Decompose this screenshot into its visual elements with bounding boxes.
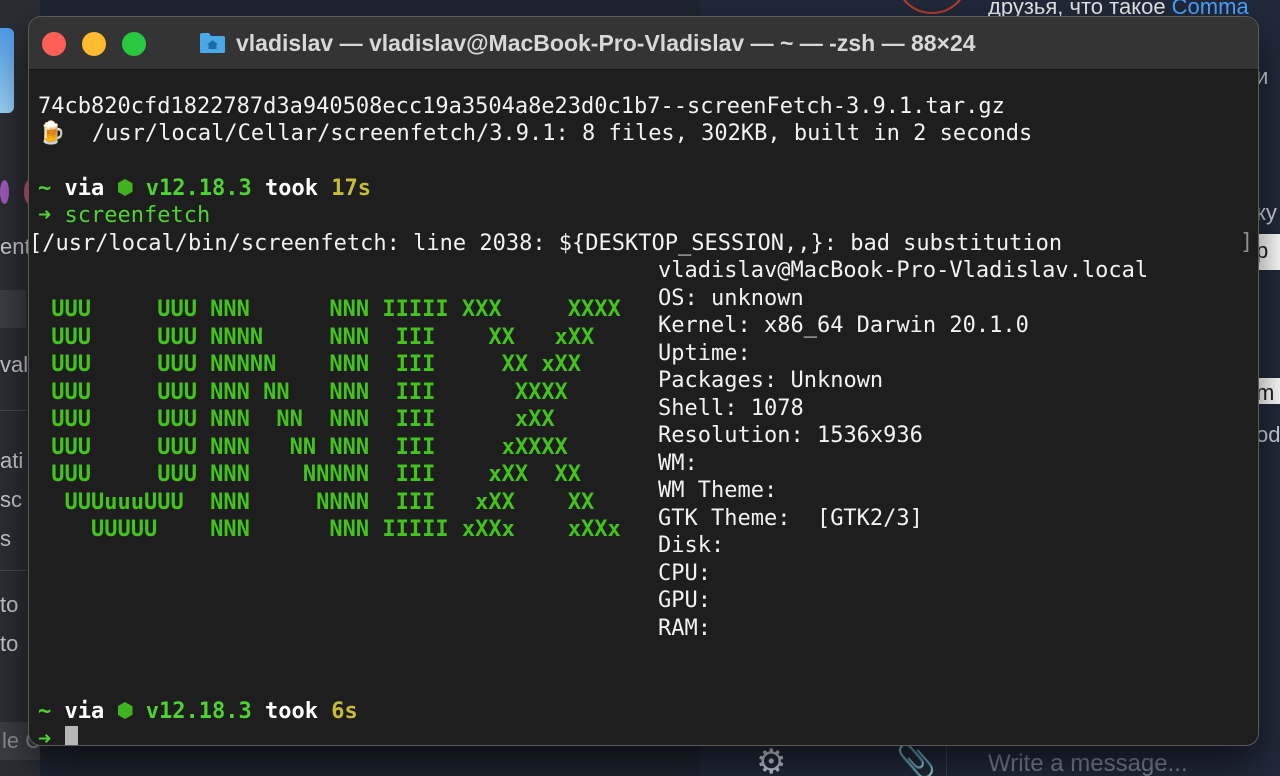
output-line: 74cb820cfd1822787d3a940508ecc19a3504a8e2… bbox=[38, 94, 1005, 119]
left-panel-bar bbox=[0, 290, 26, 328]
left-fragment: to bbox=[0, 592, 19, 617]
divider bbox=[946, 740, 947, 776]
info-disk: Disk: bbox=[658, 533, 725, 558]
maximize-button[interactable] bbox=[122, 32, 146, 56]
right-fragment: m bbox=[1256, 380, 1275, 405]
info-kernel: Kernel: x86_64 Darwin 20.1.0 bbox=[658, 313, 1029, 338]
command-line: ➜ screenfetch bbox=[38, 203, 211, 228]
purple-dot bbox=[0, 180, 9, 204]
left-fragment: val bbox=[0, 352, 29, 377]
info-wm: WM: bbox=[658, 451, 698, 476]
node-hexagon-icon bbox=[117, 179, 133, 196]
info-os: OS: unknown bbox=[658, 286, 804, 311]
prompt-line: ~ via v12.18.3 took 6s bbox=[38, 699, 358, 724]
info-uptime: Uptime: bbox=[658, 341, 751, 366]
prompt-arrow-icon: ➜ bbox=[38, 727, 52, 745]
left-fragment: s bbox=[0, 526, 11, 551]
left-fragment: to bbox=[0, 631, 19, 656]
right-fragment: ку bbox=[1256, 200, 1277, 225]
home-folder-icon bbox=[200, 33, 225, 53]
prompt-line: ~ via v12.18.3 took 17s bbox=[38, 176, 371, 201]
ascii-logo: UUU UUU NNN NNN IIIII XXX XXXX UUU UUU N… bbox=[51, 297, 621, 542]
info-wm-theme: WM Theme: bbox=[658, 478, 778, 503]
info-packages: Packages: Unknown bbox=[658, 368, 884, 393]
info-gpu: GPU: bbox=[658, 588, 711, 613]
window-title: vladislav — vladislav@MacBook-Pro-Vladis… bbox=[199, 27, 976, 59]
text-cursor[interactable] bbox=[65, 726, 78, 745]
prompt-arrow-icon: ➜ bbox=[38, 203, 52, 228]
info-shell: Shell: 1078 bbox=[658, 396, 804, 421]
right-bracket: ] bbox=[1240, 230, 1254, 255]
blue-app-tile bbox=[0, 28, 14, 113]
close-button[interactable] bbox=[42, 32, 66, 56]
right-fragment: od bbox=[1256, 422, 1280, 447]
info-host: vladislav@MacBook-Pro-Vladislav.local bbox=[658, 258, 1149, 283]
error-line: [/usr/local/bin/screenfetch: line 2038: … bbox=[29, 231, 1063, 256]
left-fragment: sc bbox=[0, 487, 22, 512]
left-fragment: ent bbox=[0, 234, 31, 259]
title-text: vladislav — vladislav@MacBook-Pro-Vladis… bbox=[236, 29, 976, 56]
minimize-button[interactable] bbox=[82, 32, 106, 56]
terminal-content[interactable]: 74cb820cfd1822787d3a940508ecc19a3504a8e2… bbox=[29, 70, 1258, 745]
message-input[interactable]: Write a message... bbox=[988, 750, 1188, 776]
red-ring bbox=[895, 0, 969, 14]
info-ram: RAM: bbox=[658, 616, 711, 641]
beer-icon: 🍺 bbox=[38, 121, 66, 146]
title-bar[interactable]: vladislav — vladislav@MacBook-Pro-Vladis… bbox=[29, 17, 1258, 70]
gear-icon[interactable]: ⚙ bbox=[756, 742, 786, 776]
paperclip-icon[interactable]: 📎 bbox=[896, 742, 936, 776]
info-cpu: CPU: bbox=[658, 561, 711, 586]
output-line: 🍺 /usr/local/Cellar/screenfetch/3.9.1: 8… bbox=[38, 121, 1033, 146]
terminal-window: vladislav — vladislav@MacBook-Pro-Vladis… bbox=[29, 17, 1258, 745]
info-gtk-theme: GTK Theme: [GTK2/3] bbox=[658, 506, 923, 531]
node-hexagon-icon bbox=[117, 702, 133, 719]
left-fragment: ati bbox=[0, 448, 24, 473]
info-resolution: Resolution: 1536x936 bbox=[658, 423, 923, 448]
